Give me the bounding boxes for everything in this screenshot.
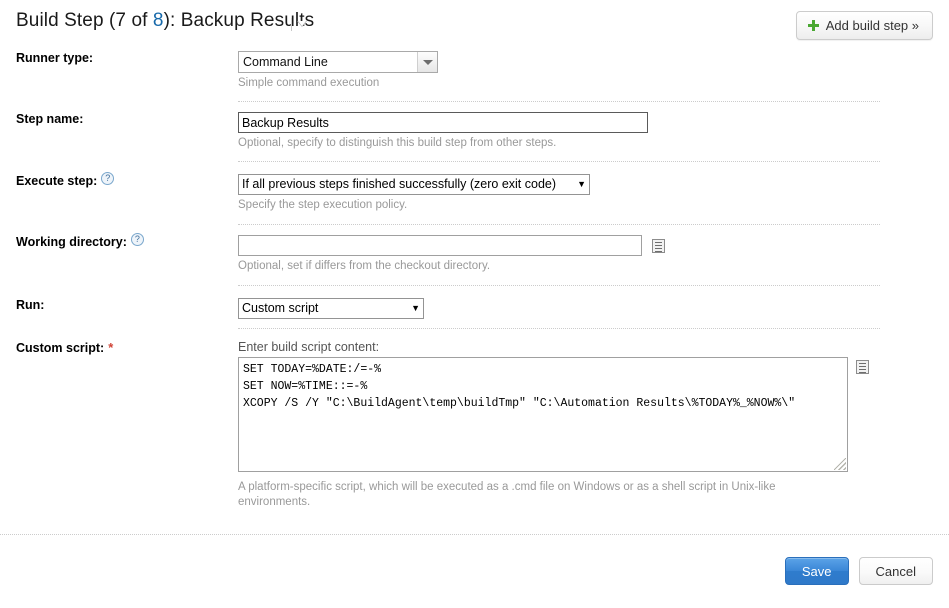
separator-step-name	[238, 161, 880, 162]
chevron-down-icon: ▼	[411, 303, 420, 313]
step-name-label: Step name:	[16, 112, 84, 126]
execute-step-field: If all previous steps finished successfu…	[238, 174, 949, 213]
execute-step-select[interactable]: If all previous steps finished successfu…	[238, 174, 590, 195]
row-run: Run: Custom script ▼	[0, 298, 949, 319]
page-title-step-index: 7	[115, 10, 127, 31]
separator-execute-step	[238, 224, 880, 225]
build-step-form: Runner type: Command Line Simple command…	[0, 51, 949, 535]
build-step-page: Build Step (7 of 8): Backup Results Add …	[0, 0, 949, 608]
chevron-down-icon: ▼	[577, 179, 586, 189]
execute-step-value: If all previous steps finished successfu…	[242, 177, 557, 191]
add-build-step-button[interactable]: Add build step »	[795, 11, 933, 40]
run-label-cell: Run:	[0, 298, 238, 312]
help-icon[interactable]: ?	[130, 232, 144, 246]
separator-runner-type	[238, 101, 880, 102]
browse-icon[interactable]	[856, 360, 869, 374]
custom-script-label-cell: Custom script: *	[0, 340, 238, 355]
custom-script-editor-row: SET TODAY=%DATE:/=-% SET NOW=%TIME::=-% …	[238, 357, 949, 472]
cancel-button[interactable]: Cancel	[858, 557, 933, 585]
custom-script-field-label: Enter build script content:	[238, 340, 380, 354]
run-label: Run:	[16, 298, 45, 312]
run-select[interactable]: Custom script ▼	[238, 298, 424, 319]
title-menu[interactable]	[291, 16, 308, 32]
execute-step-hint: Specify the step execution policy.	[238, 199, 408, 211]
execute-step-label-cell: Execute step: ?	[0, 171, 238, 188]
form-footer: Save Cancel	[784, 557, 933, 585]
runner-type-label: Runner type:	[16, 51, 94, 65]
page-title-of: of	[126, 10, 153, 31]
add-build-step-label: Add build step »	[825, 18, 919, 33]
separator-working-directory	[238, 285, 880, 286]
plus-icon	[807, 20, 819, 31]
custom-script-hint: A platform-specific script, which will b…	[238, 481, 776, 508]
run-field: Custom script ▼	[238, 298, 949, 319]
runner-type-select[interactable]: Command Line	[238, 51, 438, 73]
page-title-prefix: Build Step (	[16, 10, 116, 31]
working-directory-label-cell: Working directory: ?	[0, 232, 238, 249]
separator-run	[238, 328, 880, 329]
custom-script-textarea[interactable]: SET TODAY=%DATE:/=-% SET NOW=%TIME::=-% …	[238, 357, 848, 472]
working-directory-hint: Optional, set if differs from the checko…	[238, 260, 491, 272]
runner-type-hint: Simple command execution	[238, 77, 380, 89]
row-runner-type: Runner type: Command Line Simple command…	[0, 51, 949, 91]
step-name-hint: Optional, specify to distinguish this bu…	[238, 137, 557, 149]
page-title: Build Step (7 of 8): Backup Results	[16, 10, 314, 32]
runner-type-value: Command Line	[243, 55, 328, 69]
separator-footer	[0, 534, 949, 535]
step-name-label-cell: Step name:	[0, 112, 238, 126]
working-directory-input[interactable]	[238, 235, 642, 256]
working-directory-field: Optional, set if differs from the checko…	[238, 235, 949, 274]
working-directory-label: Working directory:	[16, 235, 127, 249]
required-marker: *	[108, 340, 114, 355]
row-execute-step: Execute step: ? If all previous steps fi…	[0, 171, 949, 213]
runner-type-field: Command Line Simple command execution	[238, 51, 949, 91]
chevron-down-icon[interactable]	[417, 52, 437, 72]
row-custom-script: Custom script: * Enter build script cont…	[0, 340, 949, 510]
row-step-name: Step name: Optional, specify to distingu…	[0, 112, 949, 151]
page-header: Build Step (7 of 8): Backup Results Add …	[0, 0, 949, 46]
custom-script-label: Custom script:	[16, 340, 105, 355]
step-name-field: Optional, specify to distinguish this bu…	[238, 112, 949, 151]
save-button[interactable]: Save	[784, 557, 849, 585]
custom-script-field: Enter build script content: SET TODAY=%D…	[238, 340, 949, 510]
custom-script-wrap: SET TODAY=%DATE:/=-% SET NOW=%TIME::=-% …	[238, 357, 848, 472]
title-menu-divider	[291, 17, 292, 31]
execute-step-label: Execute step:	[16, 174, 98, 188]
step-name-input[interactable]	[238, 112, 648, 133]
run-value: Custom script	[242, 301, 319, 315]
runner-type-label-cell: Runner type:	[0, 51, 238, 65]
row-working-directory: Working directory: ? Optional, set if di…	[0, 232, 949, 274]
chevron-down-icon[interactable]	[297, 19, 308, 30]
browse-icon[interactable]	[652, 239, 666, 253]
page-title-step-total-link[interactable]: 8	[153, 10, 164, 31]
help-icon[interactable]: ?	[101, 171, 115, 185]
